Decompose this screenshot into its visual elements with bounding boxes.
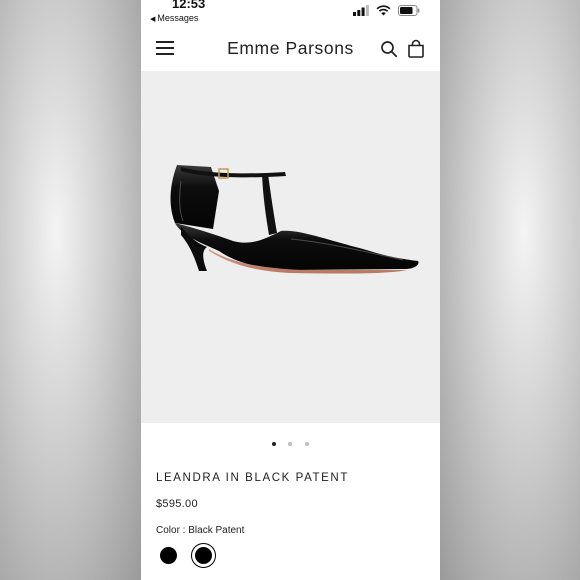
background-blur-right <box>440 0 580 580</box>
carousel-dot-3[interactable] <box>305 442 309 446</box>
status-time: 12:53 <box>172 0 206 11</box>
carousel-dot-1[interactable] <box>272 442 276 446</box>
back-to-messages-label: Messages <box>157 13 199 23</box>
product-price: $595.00 <box>156 498 198 510</box>
color-label-row: Color : Black Patent <box>156 525 244 536</box>
background-blur-left <box>0 0 141 580</box>
back-to-messages-link[interactable]: ◀ Messages <box>150 13 198 23</box>
color-value: Black Patent <box>188 525 245 536</box>
search-icon[interactable] <box>380 40 398 58</box>
status-bar: 12:53 ◀ Messages <box>141 0 440 26</box>
phone-screen: 12:53 ◀ Messages Emme Parsons LEANDRA IN… <box>141 0 440 580</box>
color-label: Color : <box>156 525 189 536</box>
cellular-signal-icon <box>353 4 369 16</box>
bag-icon[interactable] <box>407 39 425 58</box>
color-swatch-1[interactable] <box>160 547 177 564</box>
carousel-dot-2[interactable] <box>288 442 292 446</box>
carousel-dots <box>141 440 440 448</box>
battery-icon <box>398 4 420 16</box>
site-header: Emme Parsons <box>141 28 440 70</box>
status-icons <box>353 4 420 16</box>
back-arrow-icon: ◀ <box>150 16 156 23</box>
color-swatch-2[interactable] <box>195 547 212 564</box>
product-image[interactable] <box>141 71 440 423</box>
wifi-icon <box>376 4 391 15</box>
product-title: LEANDRA IN BLACK PATENT <box>156 472 349 484</box>
shoe-illustration <box>170 165 419 274</box>
